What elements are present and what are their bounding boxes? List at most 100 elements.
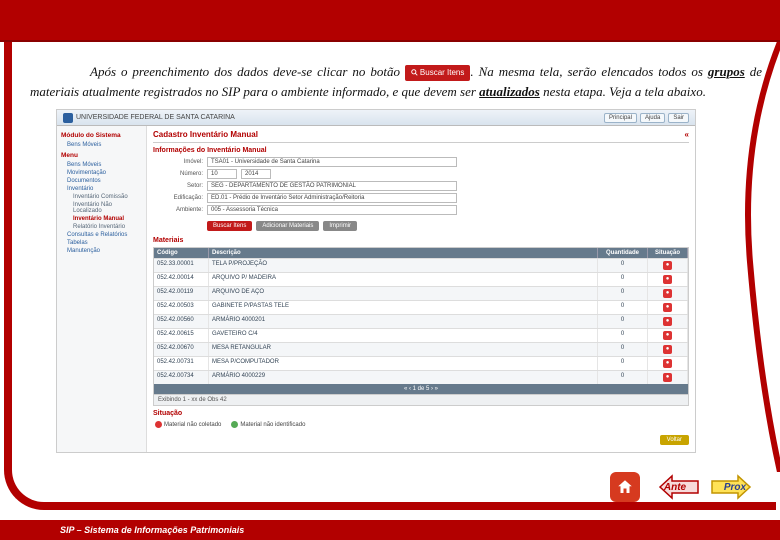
buscar-itens-inline-button: Buscar Itens	[405, 65, 470, 81]
cell-descricao: TELA P/PROJEÇÃO	[209, 259, 598, 272]
legend-item-1: Material não coletado	[155, 421, 221, 428]
logo-icon	[63, 113, 73, 123]
sidebar-item-inv[interactable]: Inventário	[61, 185, 142, 193]
status-badge-icon: ●	[663, 317, 672, 326]
principal-button[interactable]: Principal	[604, 113, 637, 123]
grid-pager[interactable]: « ‹ 1 de 5 › »	[154, 384, 688, 394]
cell-situacao: ●	[648, 329, 688, 342]
status-badge-icon: ●	[663, 345, 672, 354]
sidebar-sub-naoloc[interactable]: Inventário Não Localizado	[61, 201, 142, 215]
cell-situacao: ●	[648, 343, 688, 356]
cell-quantidade: 0	[598, 357, 648, 370]
sidebar: Módulo do Sistema Bens Móveis Menu Bens …	[57, 126, 147, 452]
sidebar-item-mov[interactable]: Movimentação	[61, 169, 142, 177]
sidebar-item-tab[interactable]: Tabelas	[61, 239, 142, 247]
cell-codigo: 052.42.00615	[154, 329, 209, 342]
table-row[interactable]: 052.33.00001TELA P/PROJEÇÃO0●	[154, 258, 688, 272]
cell-situacao: ●	[648, 273, 688, 286]
collapse-icon[interactable]: «	[685, 130, 689, 139]
buscar-itens-button[interactable]: Buscar Itens	[207, 221, 252, 231]
slide-bottom-bar: SIP – Sistema de Informações Patrimoniai…	[0, 520, 780, 540]
sidebar-item-man[interactable]: Manutenção	[61, 247, 142, 255]
cell-quantidade: 0	[598, 301, 648, 314]
adicionar-materiais-button[interactable]: Adicionar Materiais	[256, 221, 319, 231]
cell-quantidade: 0	[598, 315, 648, 328]
cell-codigo: 052.42.00560	[154, 315, 209, 328]
sidebar-sub-manual[interactable]: Inventário Manual	[61, 215, 142, 223]
sair-button[interactable]: Sair	[668, 113, 689, 123]
label-edif: Edificação:	[153, 195, 203, 201]
instruction-paragraph: Após o preenchimento dos dados deve-se c…	[30, 62, 762, 101]
grid-header: Código Descrição Quantidade Situação	[154, 248, 688, 258]
table-row[interactable]: 052.42.00119ARQUIVO DE AÇO0●	[154, 286, 688, 300]
logo-text: UNIVERSIDADE FEDERAL DE SANTA CATARINA	[76, 114, 235, 121]
content-area: Após o preenchimento dos dados deve-se c…	[12, 42, 776, 463]
cell-codigo: 052.42.00731	[154, 357, 209, 370]
cell-codigo: 052.42.00014	[154, 273, 209, 286]
header-buttons: Principal Ajuda Sair	[604, 113, 689, 123]
field-imovel[interactable]: TSA01 - Universidade de Santa Catarina	[207, 157, 457, 167]
app-logo: UNIVERSIDADE FEDERAL DE SANTA CATARINA	[63, 113, 235, 123]
field-numero-a[interactable]: 10	[207, 169, 237, 179]
legend-dot-green	[231, 421, 238, 428]
cell-descricao: ARMÁRIO 4000229	[209, 371, 598, 384]
legend: Material não coletado Material não ident…	[155, 421, 687, 428]
table-row[interactable]: 052.42.00731MESA P/COMPUTADOR0●	[154, 356, 688, 370]
home-button[interactable]	[610, 472, 640, 502]
cell-codigo: 052.42.00734	[154, 371, 209, 384]
cell-situacao: ●	[648, 315, 688, 328]
col-codigo: Código	[154, 248, 209, 258]
sidebar-sub-rel[interactable]: Relatório Inventário	[61, 223, 142, 231]
table-row[interactable]: 052.42.00503GABINETE P/PASTAS TELE0●	[154, 300, 688, 314]
cell-quantidade: 0	[598, 273, 648, 286]
cell-codigo: 052.42.00670	[154, 343, 209, 356]
cell-quantidade: 0	[598, 259, 648, 272]
legend-heading: Situação	[153, 410, 689, 417]
bold-grupos: grupos	[708, 64, 745, 79]
cell-descricao: GAVETEIRO C/4	[209, 329, 598, 342]
cell-codigo: 052.42.00503	[154, 301, 209, 314]
cell-situacao: ●	[648, 357, 688, 370]
cell-descricao: ARQUIVO DE AÇO	[209, 287, 598, 300]
status-badge-icon: ●	[663, 289, 672, 298]
prev-button[interactable]: Ante	[650, 474, 700, 500]
page-title: Cadastro Inventário Manual«	[153, 130, 689, 143]
app-header: UNIVERSIDADE FEDERAL DE SANTA CATARINA P…	[57, 110, 695, 126]
cell-quantidade: 0	[598, 329, 648, 342]
cell-situacao: ●	[648, 301, 688, 314]
voltar-button[interactable]: Voltar	[660, 435, 689, 445]
field-setor[interactable]: SEG - DEPARTAMENTO DE GESTÃO PATRIMONIAL	[207, 181, 457, 191]
cell-descricao: GABINETE P/PASTAS TELE	[209, 301, 598, 314]
field-edif[interactable]: ED.01 - Prédio de Inventário Setor Admin…	[207, 193, 457, 203]
cell-quantidade: 0	[598, 287, 648, 300]
table-row[interactable]: 052.42.00670MESA RETANGULAR0●	[154, 342, 688, 356]
legend-dot-red	[155, 421, 162, 428]
legend-item-2: Material não identificado	[231, 421, 305, 428]
table-row[interactable]: 052.42.00615GAVETEIRO C/40 ●	[154, 328, 688, 342]
status-badge-icon: ●	[663, 261, 672, 270]
sidebar-item-bens[interactable]: Bens Móveis	[61, 161, 142, 169]
sidebar-sub-comissao[interactable]: Inventário Comissão	[61, 193, 142, 201]
next-button[interactable]: Prox	[710, 474, 760, 500]
home-icon	[616, 478, 634, 496]
prev-label: Ante	[664, 482, 686, 493]
table-row[interactable]: 052.42.00560ARMÁRIO 40002010 ●	[154, 314, 688, 328]
table-row[interactable]: 052.42.00014ARQUIVO P/ MADEIRA0●	[154, 272, 688, 286]
status-badge-icon: ●	[663, 331, 672, 340]
sidebar-item-cons[interactable]: Consultas e Relatórios	[61, 231, 142, 239]
ajuda-button[interactable]: Ajuda	[640, 113, 665, 123]
bold-atualizados: atualizados	[479, 84, 540, 99]
sidebar-item-doc[interactable]: Documentos	[61, 177, 142, 185]
text-part-1: Após o preenchimento dos dados deve-se c…	[90, 64, 405, 79]
cell-descricao: ARMÁRIO 4000201	[209, 315, 598, 328]
table-row[interactable]: 052.42.00734ARMÁRIO 40002290●	[154, 370, 688, 384]
field-numero-b[interactable]: 2014	[241, 169, 271, 179]
main-panel: Cadastro Inventário Manual« Informações …	[147, 126, 695, 452]
field-amb[interactable]: 005 - Assessoria Técnica	[207, 205, 457, 215]
grid-footer: Exibindo 1 - xx de Obs 42	[154, 394, 688, 405]
imprimir-button[interactable]: Imprimir	[323, 221, 357, 231]
sidebar-module[interactable]: Bens Móveis	[61, 141, 142, 149]
col-descricao: Descrição	[209, 248, 598, 258]
sidebar-heading-modulo: Módulo do Sistema	[61, 132, 142, 139]
cell-descricao: ARQUIVO P/ MADEIRA	[209, 273, 598, 286]
